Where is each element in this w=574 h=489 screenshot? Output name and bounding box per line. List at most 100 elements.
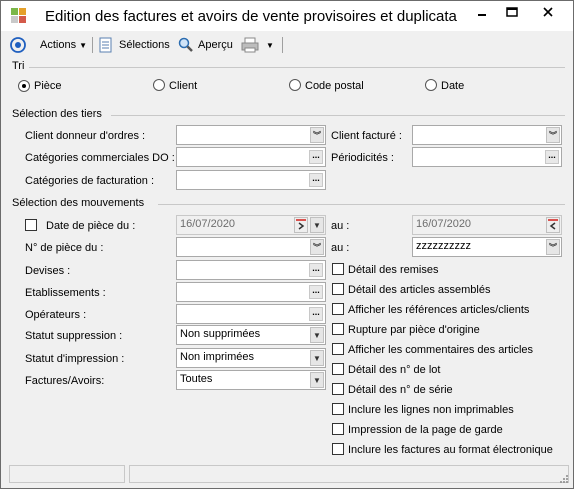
etablissements-field[interactable]: ... (176, 282, 326, 302)
printer-icon (241, 37, 259, 53)
section-divider (158, 204, 565, 205)
actions-label: Actions (40, 39, 77, 51)
selections-label: Sélections (119, 39, 170, 51)
minimize-icon (478, 14, 486, 16)
status-pane (9, 465, 125, 483)
selections-button[interactable]: Sélections (99, 36, 170, 54)
calendar-arrow-icon (296, 219, 306, 230)
double-chevron-down-icon[interactable]: ︾ (310, 239, 324, 255)
client-donneur-combo[interactable]: ︾ (176, 125, 326, 145)
statut-impression-value: Non imprimées (180, 351, 254, 363)
title-bar: Edition des factures et avoirs de vente … (1, 1, 573, 31)
factures-avoirs-select[interactable]: Toutes ▼ (176, 370, 326, 390)
periodicites-field[interactable]: ... (412, 147, 562, 167)
resize-grip-icon[interactable] (559, 474, 569, 484)
date-au-value: 16/07/2020 (416, 218, 472, 230)
factures-avoirs-value: Toutes (180, 373, 213, 385)
toolbar: Actions ▼ Sélections Aperçu ▼ (1, 33, 573, 57)
chevron-down-icon: ▼ (79, 40, 87, 50)
app-icon (11, 8, 27, 24)
option-checkbox[interactable] (332, 383, 344, 395)
option-label: Détail des articles assemblés (348, 284, 491, 296)
print-dialog-window: Edition des factures et avoirs de vente … (0, 0, 574, 489)
statut-suppression-value: Non supprimées (180, 328, 261, 340)
categories-fact-field[interactable]: ... (176, 170, 326, 190)
option-checkbox[interactable] (332, 403, 344, 415)
date-piece-checkbox[interactable] (25, 219, 37, 231)
radio-code-postal-label: Code postal (305, 80, 364, 92)
radio-code-postal[interactable] (289, 79, 301, 91)
ellipsis-button[interactable]: ... (545, 150, 559, 164)
status-pane (129, 465, 569, 483)
ellipsis-button[interactable]: ... (309, 307, 323, 321)
section-divider (111, 115, 565, 116)
chevron-down-icon[interactable]: ▼ (310, 372, 324, 388)
operateurs-field[interactable]: ... (176, 304, 326, 324)
close-icon (543, 7, 553, 17)
operateurs-label: Opérateurs : (25, 309, 87, 321)
client-facture-combo[interactable]: ︾ (412, 125, 562, 145)
ellipsis-button[interactable]: ... (309, 263, 323, 277)
ellipsis-button[interactable]: ... (309, 285, 323, 299)
actions-menu-button[interactable]: Actions ▼ (40, 36, 87, 54)
radio-piece[interactable] (18, 80, 30, 92)
radio-client-label: Client (169, 80, 198, 92)
option-label: Détail des remises (348, 264, 439, 276)
devises-label: Devises : (25, 265, 71, 277)
double-chevron-down-icon[interactable]: ︾ (546, 127, 560, 143)
date-piece-label: Date de pièce du : (46, 220, 136, 232)
date-du-field[interactable]: 16/07/2020 ▼ (176, 215, 326, 235)
calendar-button[interactable] (294, 217, 308, 233)
close-button[interactable] (527, 1, 569, 23)
double-chevron-down-icon[interactable]: ︾ (310, 127, 324, 143)
print-button[interactable] (241, 36, 259, 54)
chevron-down-icon[interactable]: ▼ (310, 350, 324, 366)
print-dropdown-button[interactable]: ▼ (266, 36, 274, 54)
client-facture-label: Client facturé : (331, 130, 402, 142)
radio-date[interactable] (425, 79, 437, 91)
minimize-button[interactable] (467, 1, 497, 23)
option-checkbox[interactable] (332, 263, 344, 275)
settings-button[interactable] (10, 36, 26, 54)
ellipsis-button[interactable]: ... (309, 150, 323, 164)
option-checkbox[interactable] (332, 343, 344, 355)
option-label: Inclure les lignes non imprimables (348, 404, 514, 416)
window-title: Edition des factures et avoirs de vente … (45, 8, 457, 25)
mouvements-section-title: Sélection des mouvements (12, 197, 145, 209)
calendar-button[interactable] (546, 217, 560, 233)
chevron-down-icon[interactable]: ▼ (310, 327, 324, 343)
calendar-arrow-icon (548, 219, 558, 230)
chevron-down-icon: ▼ (266, 40, 274, 50)
option-checkbox[interactable] (332, 443, 344, 455)
tiers-section-title: Sélection des tiers (12, 108, 102, 120)
client-donneur-label: Client donneur d'ordres : (25, 130, 146, 142)
option-checkbox[interactable] (332, 283, 344, 295)
ellipsis-button[interactable]: ... (309, 173, 323, 187)
option-label: Afficher les références articles/clients (348, 304, 530, 316)
statut-suppression-select[interactable]: Non supprimées ▼ (176, 325, 326, 345)
option-checkbox[interactable] (332, 363, 344, 375)
option-checkbox[interactable] (332, 303, 344, 315)
section-divider (29, 67, 565, 68)
num-piece-du-combo[interactable]: ︾ (176, 237, 326, 257)
document-icon (99, 37, 112, 53)
statut-impression-select[interactable]: Non imprimées ▼ (176, 348, 326, 368)
num-piece-au-combo[interactable]: zzzzzzzzzz ︾ (412, 237, 562, 257)
date-au-field[interactable]: 16/07/2020 (412, 215, 562, 235)
statut-impression-label: Statut d'impression : (25, 353, 125, 365)
apercu-label: Aperçu (198, 39, 233, 51)
au-date-label: au : (331, 220, 350, 232)
radio-client[interactable] (153, 79, 165, 91)
option-label: Afficher les commentaires des articles (348, 344, 534, 356)
categories-do-label: Catégories commerciales DO : (25, 152, 175, 164)
option-checkbox[interactable] (332, 323, 344, 335)
preview-button[interactable]: Aperçu (178, 36, 233, 54)
chevron-down-icon[interactable]: ▼ (310, 217, 324, 233)
maximize-button[interactable] (497, 1, 527, 23)
categories-do-field[interactable]: ... (176, 147, 326, 167)
option-label: Détail des n° de série (348, 384, 453, 396)
double-chevron-down-icon[interactable]: ︾ (546, 239, 560, 255)
option-checkbox[interactable] (332, 423, 344, 435)
target-icon (10, 37, 26, 53)
devises-field[interactable]: ... (176, 260, 326, 280)
